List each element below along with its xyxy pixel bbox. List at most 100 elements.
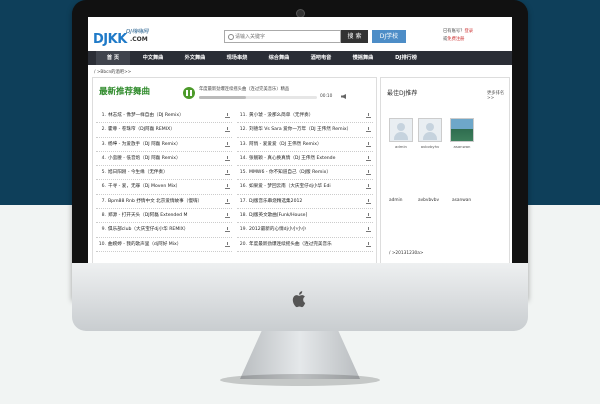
song-title[interactable]: 黄小琥 - 没那么简单（无伴奏） [249,109,354,122]
song-title[interactable]: 千寻 - 爱，无罪（Dj Moven Mix） [108,180,213,193]
song-title[interactable]: 张靓颖 - 真心换真情（DJ 王伟然 Extende [249,152,354,165]
song-title[interactable]: 年度最新劲爆连续摇头曲（连过完美音乐 [249,238,354,251]
search-icon [228,34,234,40]
song-row[interactable]: 11. 黄小琥 - 没那么简单（无伴奏） [237,109,373,124]
avatar-head [426,123,434,131]
song-title[interactable]: 杨坤 - 为爱放手（DJ 阿磊 Remix） [108,138,213,151]
song-row[interactable]: 8. 郑源 - 打开天头（DJ阿磊 Extended M [96,209,232,224]
download-icon[interactable] [366,141,371,147]
download-icon[interactable] [225,155,230,161]
download-icon[interactable] [366,170,371,176]
song-number: 17. [239,198,247,204]
download-icon[interactable] [225,241,230,247]
song-row[interactable]: 12. 刘德华 Vs Sara 爱你一万年（DJ 王伟然 Remix） [237,123,373,138]
download-icon[interactable] [366,213,371,219]
search-input[interactable] [235,33,335,40]
song-title[interactable]: 阿悄 - 爱爱爱（DJ 王伟然 Remix） [249,138,354,151]
dj-card[interactable]: avbvbyhv [418,118,442,149]
download-icon[interactable] [366,184,371,190]
progress-bar[interactable] [199,96,317,99]
download-icon[interactable] [366,113,371,118]
song-title[interactable]: 俱乐部club（大庆宝仔dj小华 REMIX） [108,223,213,236]
song-title[interactable]: Bpm88 Rnb 抒情中文 北京爱情故事（慢嗨） [108,195,213,208]
dj-card[interactable]: asanwan [450,118,474,149]
download-icon[interactable] [225,141,230,147]
avatar[interactable] [450,118,474,142]
section-title: 最新推荐舞曲 [99,87,151,97]
dj-school-button[interactable]: DJ学校 [372,30,406,43]
song-row[interactable]: 10. 曲婉婷 - 我的歌声里（dj阿好 Mix） [96,238,232,252]
song-row[interactable]: 20. 年度最新劲爆连续摇头曲（连过完美音乐 [237,238,373,252]
song-title[interactable]: 旭日阳刚 - 今生缘（无伴奏） [108,166,213,179]
sidebar-link[interactable]: / >20131230a> [389,251,424,256]
song-title[interactable]: DJ版英文歌曲[Funk/House] [249,209,354,222]
song-row[interactable]: 2. 霍尊 - 卷珠帘（DJ阿磊 REMIX） [96,123,232,138]
song-title[interactable]: 郑源 - 打开天头（DJ阿磊 Extended M [108,209,213,222]
song-row[interactable]: 3. 杨坤 - 为爱放手（DJ 阿磊 Remix） [96,138,232,152]
nav-foreign-dance[interactable]: 外文舞曲 [176,51,214,65]
song-title[interactable]: 霍尊 - 卷珠帘（DJ阿磊 REMIX） [108,123,213,136]
song-row[interactable]: 9. 俱乐部club（大庆宝仔dj小华 REMIX） [96,223,232,238]
download-icon[interactable] [225,213,230,219]
login-link[interactable]: 登录 [464,29,473,34]
more-ranking-link[interactable]: 更多排名>> [487,90,509,101]
nav-slow-shake[interactable]: 慢摇舞曲 [344,51,382,65]
song-title[interactable]: 林志炫 - 像梦一样自由（DJ Remix） [108,109,213,122]
dj-card[interactable]: admin [389,118,413,149]
logo-text: DJKK [93,32,127,47]
song-row[interactable]: 14. 张靓颖 - 真心换真情（DJ 王伟然 Extende [237,152,373,167]
nav-chinese-dance[interactable]: 中文舞曲 [134,51,172,65]
download-icon[interactable] [225,127,230,133]
search-box[interactable] [224,30,341,43]
song-row[interactable]: 18. DJ版英文歌曲[Funk/House] [237,209,373,224]
song-row[interactable]: 15. MMW6 - 你不知道自己（DJ版 Remix） [237,166,373,181]
dj-name-1[interactable]: admin [389,198,402,203]
download-icon[interactable] [225,113,230,118]
avatar[interactable] [389,118,413,142]
nav-mixed-dance[interactable]: 综合舞曲 [260,51,298,65]
download-icon[interactable] [366,241,371,247]
download-icon[interactable] [366,155,371,161]
play-pause-icon[interactable] [183,87,195,99]
dj-name-3[interactable]: asanwan [452,198,471,203]
dj-name-2[interactable]: avbvbvbv [418,198,439,203]
song-row[interactable]: 13. 阿悄 - 爱爱爱（DJ 王伟然 Remix） [237,138,373,152]
song-title[interactable]: 小蛮腰 - 低音炮（DJ 阿磊 Remix） [108,152,213,165]
song-row[interactable]: 17. DJ版音乐串烧精选集2012 [237,195,373,210]
song-title[interactable]: 刘德华 Vs Sara 爱你一万年（DJ 王伟然 Remix） [249,123,354,136]
nav-bar-electronic[interactable]: 酒吧电音 [302,51,340,65]
nav-live-medley[interactable]: 现场串烧 [218,51,256,65]
song-title[interactable]: DJ版音乐串烧精选集2012 [249,195,354,208]
song-row[interactable]: 7. Bpm88 Rnb 抒情中文 北京爱情故事（慢嗨） [96,195,232,210]
song-row[interactable]: 19. 2012最新的心情dj小小小小 [237,223,373,238]
nav-home[interactable]: 首 页 [96,51,130,65]
site-header: DJ嗨嗨网 DJKK .COM 搜 索 DJ学校 已有账号？登录 或免费注册 [88,17,512,51]
song-row[interactable]: 5. 旭日阳刚 - 今生缘（无伴奏） [96,166,232,181]
dj-card-name: avbvbyhv [420,144,440,149]
song-title[interactable]: MMW6 - 你不知道自己（DJ版 Remix） [249,166,354,179]
download-icon[interactable] [225,184,230,190]
volume-icon[interactable] [341,94,346,99]
site-logo[interactable]: DJ嗨嗨网 DJKK .COM [93,24,149,47]
search-button[interactable]: 搜 索 [341,30,368,43]
download-icon[interactable] [366,127,371,133]
song-title[interactable]: 如果爱 - 梦回云南（大庆宝仔dj小华 Edi [249,180,354,193]
download-icon[interactable] [225,170,230,176]
song-title[interactable]: 曲婉婷 - 我的歌声里（dj阿好 Mix） [108,238,213,251]
song-number: 13. [239,141,247,147]
avatar[interactable] [418,118,442,142]
breadcrumb: / >Bbcn的酒吧>> [94,70,132,75]
nav-dj-chart[interactable]: DJ排行榜 [386,51,426,65]
song-row[interactable]: 6. 千寻 - 爱，无罪（Dj Moven Mix） [96,180,232,195]
song-row[interactable]: 4. 小蛮腰 - 低音炮（DJ 阿磊 Remix） [96,152,232,167]
song-row[interactable]: 16. 如果爱 - 梦回云南（大庆宝仔dj小华 Edi [237,180,373,195]
song-row[interactable]: 1. 林志炫 - 像梦一样自由（DJ Remix） [96,109,232,124]
song-list-left: 1. 林志炫 - 像梦一样自由（DJ Remix） 2. 霍尊 - 卷珠帘（DJ阿磊 … [96,109,232,252]
download-icon[interactable] [366,198,371,204]
download-icon[interactable] [225,227,230,233]
download-icon[interactable] [366,227,371,233]
register-link[interactable]: 免费注册 [447,37,464,42]
screen: DJ嗨嗨网 DJKK .COM 搜 索 DJ学校 已有账号？登录 或免费注册 首… [88,17,512,263]
download-icon[interactable] [225,198,230,204]
song-title[interactable]: 2012最新的心情dj小小小小 [249,223,354,236]
